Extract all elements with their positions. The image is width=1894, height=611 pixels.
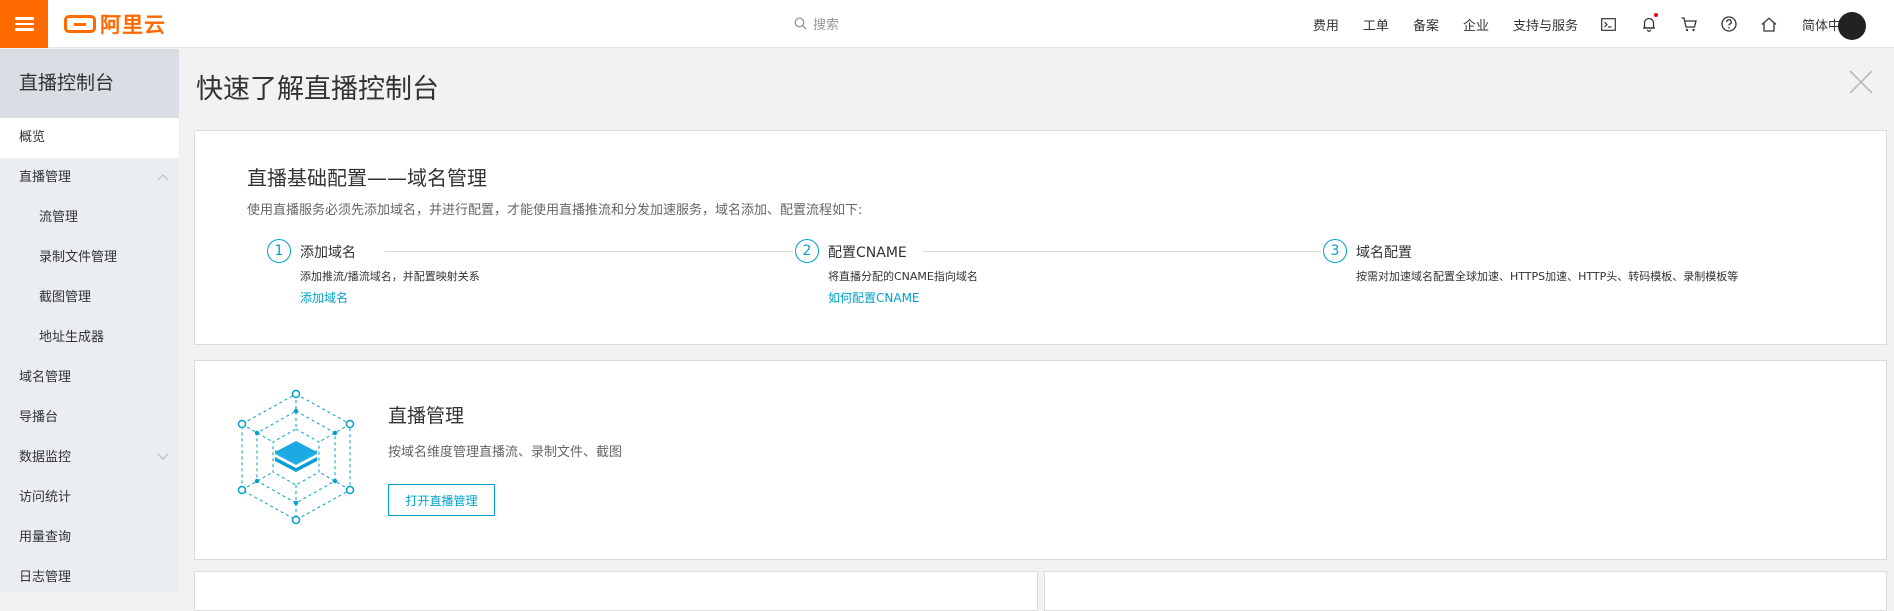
cart-icon[interactable] bbox=[1680, 15, 1698, 33]
logo-text: 阿里云 bbox=[100, 13, 166, 37]
open-live-management-button[interactable]: 打开直播管理 bbox=[388, 484, 495, 516]
domain-card-description: 使用直播服务必须先添加域名，并进行配置，才能使用直播推流和分发加速服务，域名添加… bbox=[247, 203, 863, 218]
chevron-up-icon bbox=[157, 158, 169, 198]
sidebar-item-usage-query[interactable]: 用量查询 bbox=[0, 518, 179, 558]
search-box[interactable]: 搜索 bbox=[794, 14, 839, 33]
nav-link-support[interactable]: 支持与服务 bbox=[1513, 15, 1578, 34]
bottom-card-right bbox=[1044, 571, 1887, 611]
page-title: 快速了解直播控制台 bbox=[196, 74, 439, 105]
nav-link-billing[interactable]: 费用 bbox=[1313, 15, 1339, 34]
sidebar-item-snapshots[interactable]: 截图管理 bbox=[0, 278, 179, 318]
step-number: 1 bbox=[267, 239, 291, 263]
terminal-icon[interactable] bbox=[1600, 15, 1618, 33]
home-icon[interactable] bbox=[1760, 15, 1778, 33]
sidebar-item-log-management[interactable]: 日志管理 bbox=[0, 558, 179, 598]
sidebar-item-url-generator[interactable]: 地址生成器 bbox=[0, 318, 179, 358]
sidebar-item-production-studio[interactable]: 导播台 bbox=[0, 398, 179, 438]
search-icon bbox=[794, 17, 807, 30]
header-nav: 费用 工单 备案 企业 支持与服务 简体中文 bbox=[1289, 0, 1866, 48]
menu-line bbox=[14, 17, 34, 20]
step-description: 添加推流/播流域名，并配置映射关系 bbox=[300, 270, 480, 283]
step-description: 按需对加速域名配置全球加速、HTTPS加速、HTTP头、转码模板、录制模板等 bbox=[1356, 270, 1739, 283]
help-icon[interactable] bbox=[1720, 15, 1738, 33]
user-avatar[interactable] bbox=[1838, 12, 1866, 40]
live-layers-hexagon-icon bbox=[237, 389, 355, 525]
step-connector bbox=[385, 251, 793, 252]
cname-howto-link[interactable]: 如何配置CNAME bbox=[828, 289, 920, 306]
step-name: 域名配置 bbox=[1356, 245, 1412, 261]
sidebar-item-domain-management[interactable]: 域名管理 bbox=[0, 358, 179, 398]
sidebar-item-overview[interactable]: 概览 bbox=[0, 118, 179, 158]
close-icon[interactable] bbox=[1848, 69, 1874, 95]
step-number: 3 bbox=[1323, 239, 1347, 263]
sidebar: 直播控制台 概览 直播管理 流管理 录制文件管理 截图管理 地址生成器 域名管理… bbox=[0, 49, 179, 593]
step-connector bbox=[923, 251, 1321, 252]
step-number: 2 bbox=[795, 239, 819, 263]
aliyun-logo[interactable]: 阿里云 bbox=[64, 13, 166, 37]
logo-mark-icon bbox=[64, 15, 96, 33]
add-domain-link[interactable]: 添加域名 bbox=[300, 289, 348, 306]
sidebar-item-label: 数据监控 bbox=[19, 450, 72, 465]
menu-line bbox=[14, 22, 34, 26]
sidebar-item-stream-management[interactable]: 流管理 bbox=[0, 198, 179, 238]
sidebar-item-monitoring[interactable]: 数据监控 bbox=[0, 438, 179, 478]
domain-card-title: 直播基础配置——域名管理 bbox=[247, 166, 487, 190]
live-card-title: 直播管理 bbox=[388, 405, 465, 427]
nav-link-icp[interactable]: 备案 bbox=[1413, 15, 1439, 34]
live-card-description: 按域名维度管理直播流、录制文件、截图 bbox=[388, 445, 623, 460]
bell-icon[interactable] bbox=[1640, 13, 1658, 33]
menu-line bbox=[14, 28, 34, 31]
sidebar-title: 直播控制台 bbox=[0, 49, 179, 118]
step-description: 将直播分配的CNAME指向域名 bbox=[828, 270, 978, 283]
notification-dot bbox=[1653, 13, 1658, 17]
top-navigation-bar: 阿里云 搜索 费用 工单 备案 企业 支持与服务 简体中文 bbox=[0, 0, 1894, 48]
nav-link-tickets[interactable]: 工单 bbox=[1363, 15, 1389, 34]
chevron-down-icon bbox=[157, 438, 169, 478]
sidebar-item-access-stats[interactable]: 访问统计 bbox=[0, 478, 179, 518]
sidebar-item-live-management[interactable]: 直播管理 bbox=[0, 158, 179, 198]
bottom-card-left bbox=[194, 571, 1038, 611]
step-name: 添加域名 bbox=[300, 245, 356, 261]
step-name: 配置CNAME bbox=[828, 245, 907, 261]
search-placeholder: 搜索 bbox=[813, 18, 840, 33]
domain-config-card: 直播基础配置——域名管理 使用直播服务必须先添加域名，并进行配置，才能使用直播推… bbox=[194, 130, 1887, 345]
main-content: 快速了解直播控制台 直播基础配置——域名管理 使用直播服务必须先添加域名，并进行… bbox=[179, 49, 1894, 611]
sidebar-item-recording-files[interactable]: 录制文件管理 bbox=[0, 238, 179, 278]
live-management-card: 直播管理 按域名维度管理直播流、录制文件、截图 打开直播管理 bbox=[194, 360, 1887, 560]
sidebar-item-label: 直播管理 bbox=[19, 170, 72, 185]
nav-link-enterprise[interactable]: 企业 bbox=[1463, 15, 1489, 34]
hamburger-menu-button[interactable] bbox=[0, 0, 48, 48]
